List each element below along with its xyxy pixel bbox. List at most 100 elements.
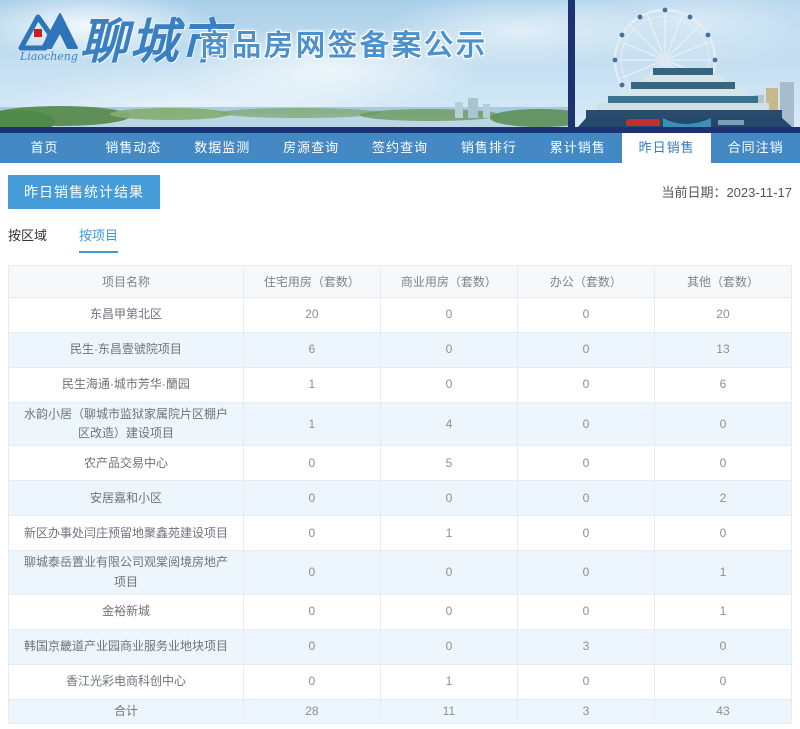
sales-table: 项目名称住宅用房（套数）商业用房（套数）办公（套数）其他（套数） 东昌甲第北区2… (8, 265, 792, 724)
count-cell: 0 (517, 664, 654, 699)
lake-landscape-image (0, 94, 568, 127)
count-cell: 0 (654, 403, 791, 446)
logo-script-text: Liaocheng (14, 50, 84, 63)
count-cell: 13 (654, 333, 791, 368)
nav-item-1[interactable]: 销售动态 (89, 133, 178, 163)
project-name-cell: 水韵小居（聊城市监狱家属院片区棚户区改造）建设项目 (9, 403, 244, 446)
count-cell: 0 (243, 551, 380, 594)
nav-item-5[interactable]: 销售排行 (444, 133, 533, 163)
count-cell: 1 (243, 403, 380, 446)
count-cell: 1 (380, 516, 517, 551)
count-cell: 1 (243, 368, 380, 403)
nav-item-2[interactable]: 数据监测 (178, 133, 267, 163)
section-head: 昨日销售统计结果 当前日期：2023-11-17 (8, 175, 792, 209)
column-header: 其他（套数） (654, 266, 791, 298)
count-cell: 5 (380, 446, 517, 481)
nav-item-3[interactable]: 房源查询 (267, 133, 356, 163)
column-header: 项目名称 (9, 266, 244, 298)
count-cell: 0 (380, 481, 517, 516)
ferris-wheel-building-image (568, 0, 800, 127)
table-row: 聊城泰岳置业有限公司观棠阅境房地产项目0001 (9, 551, 792, 594)
header-bottom-stripe (0, 127, 800, 133)
count-cell: 43 (654, 699, 791, 723)
site-logo: Liaocheng (14, 10, 84, 63)
project-name-cell: 农产品交易中心 (9, 446, 244, 481)
count-cell: 3 (517, 699, 654, 723)
count-cell: 0 (243, 446, 380, 481)
table-row: 民生·东昌壹號院项目60013 (9, 333, 792, 368)
count-cell: 28 (243, 699, 380, 723)
project-name-cell: 安居嘉和小区 (9, 481, 244, 516)
count-cell: 0 (380, 629, 517, 664)
project-name-cell: 金裕新城 (9, 594, 244, 629)
count-cell: 0 (654, 664, 791, 699)
site-title: 商品房网签备案公示 (200, 22, 488, 64)
tab-by-region[interactable]: 按区域 (8, 225, 47, 253)
table-row: 农产品交易中心0500 (9, 446, 792, 481)
count-cell: 3 (517, 629, 654, 664)
project-name-cell: 东昌甲第北区 (9, 298, 244, 333)
section-title-badge: 昨日销售统计结果 (8, 175, 160, 209)
table-row: 新区办事处闫庄预留地聚鑫苑建设项目0100 (9, 516, 792, 551)
table-total-row: 合计2811343 (9, 699, 792, 723)
table-row: 香江光彩电商科创中心0100 (9, 664, 792, 699)
count-cell: 0 (517, 594, 654, 629)
count-cell: 2 (654, 481, 791, 516)
count-cell: 0 (654, 446, 791, 481)
count-cell: 11 (380, 699, 517, 723)
column-header: 住宅用房（套数） (243, 266, 380, 298)
count-cell: 0 (517, 368, 654, 403)
site-header: Liaocheng 聊城市 商品房网签备案公示 (0, 0, 800, 133)
count-cell: 6 (243, 333, 380, 368)
sales-table-header: 项目名称住宅用房（套数）商业用房（套数）办公（套数）其他（套数） (9, 266, 792, 298)
column-header: 商业用房（套数） (380, 266, 517, 298)
nav-item-4[interactable]: 签约查询 (356, 133, 445, 163)
count-cell: 20 (243, 298, 380, 333)
nav-item-8[interactable]: 合同注销 (711, 133, 800, 163)
count-cell: 20 (654, 298, 791, 333)
project-name-cell: 韩国京畿道产业园商业服务业地块项目 (9, 629, 244, 664)
table-row: 金裕新城0001 (9, 594, 792, 629)
count-cell: 6 (654, 368, 791, 403)
project-name-cell: 民生海通·城市芳华·蘭园 (9, 368, 244, 403)
count-cell: 0 (243, 594, 380, 629)
count-cell: 0 (380, 594, 517, 629)
nav-item-0[interactable]: 首页 (0, 133, 89, 163)
main-nav: 首页销售动态数据监测房源查询签约查询销售排行累计销售昨日销售合同注销 (0, 133, 800, 163)
count-cell: 0 (380, 298, 517, 333)
project-name-cell: 民生·东昌壹號院项目 (9, 333, 244, 368)
count-cell: 0 (243, 629, 380, 664)
count-cell: 1 (380, 664, 517, 699)
table-row: 民生海通·城市芳华·蘭园1006 (9, 368, 792, 403)
project-name-cell: 合计 (9, 699, 244, 723)
view-tabs: 按区域 按项目 (8, 225, 792, 253)
tab-by-project[interactable]: 按项目 (79, 225, 118, 253)
count-cell: 0 (517, 446, 654, 481)
count-cell: 4 (380, 403, 517, 446)
table-row: 水韵小居（聊城市监狱家属院片区棚户区改造）建设项目1400 (9, 403, 792, 446)
project-name-cell: 新区办事处闫庄预留地聚鑫苑建设项目 (9, 516, 244, 551)
nav-item-7[interactable]: 昨日销售 (622, 133, 711, 163)
nav-item-6[interactable]: 累计销售 (533, 133, 622, 163)
project-name-cell: 聊城泰岳置业有限公司观棠阅境房地产项目 (9, 551, 244, 594)
count-cell: 0 (243, 664, 380, 699)
current-date-label: 当前日期：2023-11-17 (661, 182, 792, 201)
count-cell: 0 (517, 516, 654, 551)
count-cell: 0 (517, 333, 654, 368)
table-row: 东昌甲第北区200020 (9, 298, 792, 333)
table-row: 安居嘉和小区0002 (9, 481, 792, 516)
count-cell: 0 (243, 481, 380, 516)
count-cell: 1 (654, 551, 791, 594)
count-cell: 0 (243, 516, 380, 551)
count-cell: 0 (517, 403, 654, 446)
count-cell: 0 (380, 333, 517, 368)
count-cell: 0 (380, 368, 517, 403)
count-cell: 0 (517, 481, 654, 516)
table-row: 韩国京畿道产业园商业服务业地块项目0030 (9, 629, 792, 664)
count-cell: 0 (654, 629, 791, 664)
count-cell: 0 (517, 298, 654, 333)
count-cell: 0 (517, 551, 654, 594)
project-name-cell: 香江光彩电商科创中心 (9, 664, 244, 699)
main-content: 昨日销售统计结果 当前日期：2023-11-17 按区域 按项目 项目名称住宅用… (0, 175, 800, 724)
count-cell: 1 (654, 594, 791, 629)
